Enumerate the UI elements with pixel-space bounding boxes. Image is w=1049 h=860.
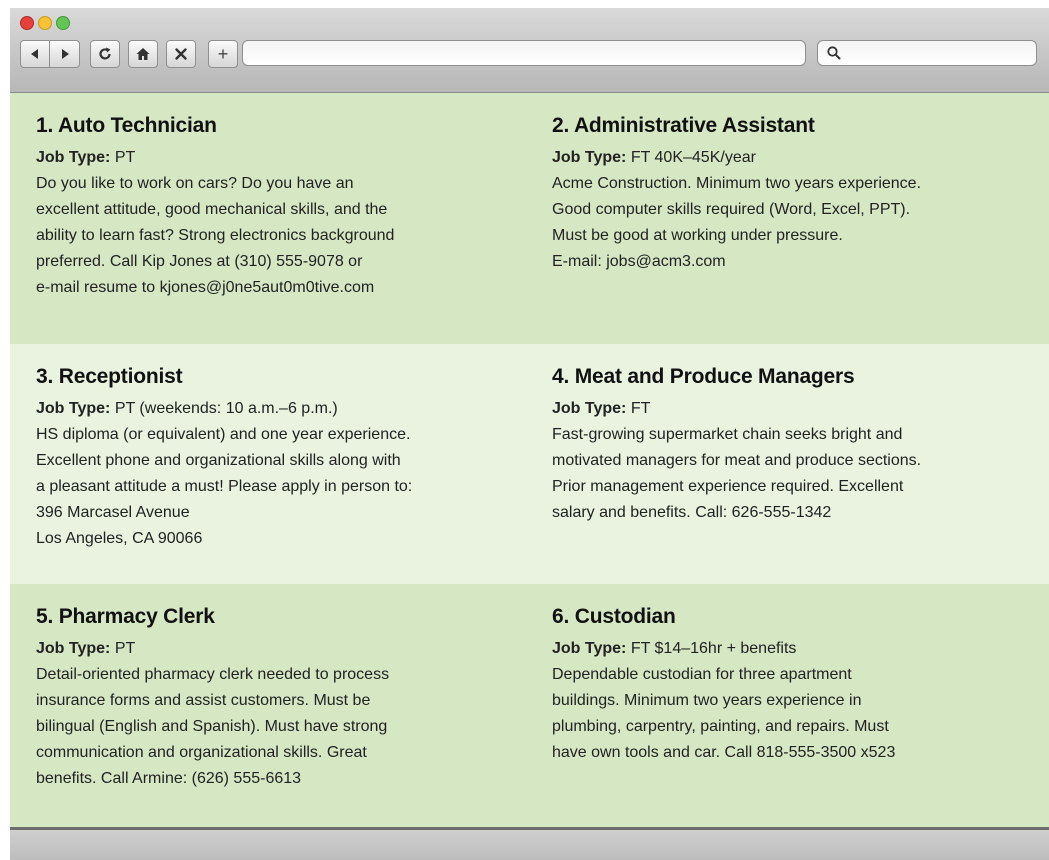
job-type: Job Type: FT [552, 396, 1041, 422]
job-row: 3. Receptionist Job Type: PT (weekends: … [10, 344, 1049, 584]
job-type-label: Job Type: [36, 149, 111, 166]
reload-icon [99, 47, 111, 60]
job-description: HS diploma (or equivalent) and one year … [36, 426, 413, 547]
close-icon [175, 48, 187, 60]
job-listing: 6. Custodian Job Type: FT $14–16hr + ben… [529, 584, 1049, 827]
job-type-value: PT [114, 149, 136, 166]
job-title: 2. Administrative Assistant [552, 114, 815, 137]
job-type: Job Type: PT [36, 145, 519, 171]
job-type: Job Type: PT (weekends: 10 a.m.–6 p.m.) [36, 396, 519, 422]
job-listing: 1. Auto Technician Job Type: PT Do you l… [10, 93, 529, 344]
job-type-value: FT $14–16hr + benefits [630, 640, 797, 657]
job-title: 4. Meat and Produce Managers [552, 365, 855, 388]
job-listing: 4. Meat and Produce Managers Job Type: F… [529, 344, 1049, 584]
job-description: Acme Construction. Minimum two years exp… [552, 175, 922, 270]
job-type-value: PT [114, 640, 136, 657]
url-input[interactable] [243, 41, 805, 65]
forward-arrow-icon [61, 49, 69, 59]
job-title: 6. Custodian [552, 605, 676, 628]
job-listing: 3. Receptionist Job Type: PT (weekends: … [10, 344, 529, 584]
job-description: Dependable custodian for three apartment… [552, 666, 896, 761]
job-row: 1. Auto Technician Job Type: PT Do you l… [10, 93, 1049, 344]
job-title: 1. Auto Technician [36, 114, 217, 137]
status-bar [10, 827, 1049, 860]
reload-button[interactable] [90, 40, 120, 68]
minimize-window-button[interactable] [38, 16, 52, 30]
job-listing: 2. Administrative Assistant Job Type: FT… [529, 93, 1049, 344]
home-icon [136, 48, 150, 60]
job-description: Detail-oriented pharmacy clerk needed to… [36, 666, 390, 787]
job-type-label: Job Type: [36, 640, 111, 657]
job-title: 5. Pharmacy Clerk [36, 605, 215, 628]
back-arrow-icon [31, 49, 38, 59]
job-type: Job Type: PT [36, 636, 519, 662]
job-type: Job Type: FT $14–16hr + benefits [552, 636, 1041, 662]
job-type-label: Job Type: [552, 400, 627, 417]
search-input[interactable] [818, 41, 1036, 65]
search-box[interactable] [817, 40, 1037, 66]
close-window-button[interactable] [20, 16, 34, 30]
search-icon [827, 46, 841, 60]
job-type-label: Job Type: [552, 149, 627, 166]
back-button[interactable] [20, 40, 50, 68]
job-type-value: FT [630, 400, 651, 417]
job-description: Do you like to work on cars? Do you have… [36, 175, 395, 296]
job-type: Job Type: FT 40K–45K/year [552, 145, 1041, 171]
job-type-value: FT 40K–45K/year [630, 149, 756, 166]
home-button[interactable] [128, 40, 158, 68]
browser-window: + 1. Auto Technician Job Type: PT Do you… [0, 0, 1049, 860]
job-row: 5. Pharmacy Clerk Job Type: PT Detail-or… [10, 584, 1049, 827]
new-tab-button[interactable]: + [208, 40, 238, 68]
job-type-value: PT (weekends: 10 a.m.–6 p.m.) [114, 400, 338, 417]
forward-button[interactable] [50, 40, 80, 68]
job-title: 3. Receptionist [36, 365, 183, 388]
new-tab-label: + [217, 44, 229, 64]
stop-button[interactable] [166, 40, 196, 68]
page-content: 1. Auto Technician Job Type: PT Do you l… [10, 93, 1049, 830]
job-type-label: Job Type: [36, 400, 111, 417]
job-description: Fast-growing supermarket chain seeks bri… [552, 426, 922, 521]
address-bar[interactable] [242, 40, 806, 66]
browser-toolbar: + [10, 8, 1049, 93]
job-listing: 5. Pharmacy Clerk Job Type: PT Detail-or… [10, 584, 529, 827]
zoom-window-button[interactable] [56, 16, 70, 30]
job-type-label: Job Type: [552, 640, 627, 657]
